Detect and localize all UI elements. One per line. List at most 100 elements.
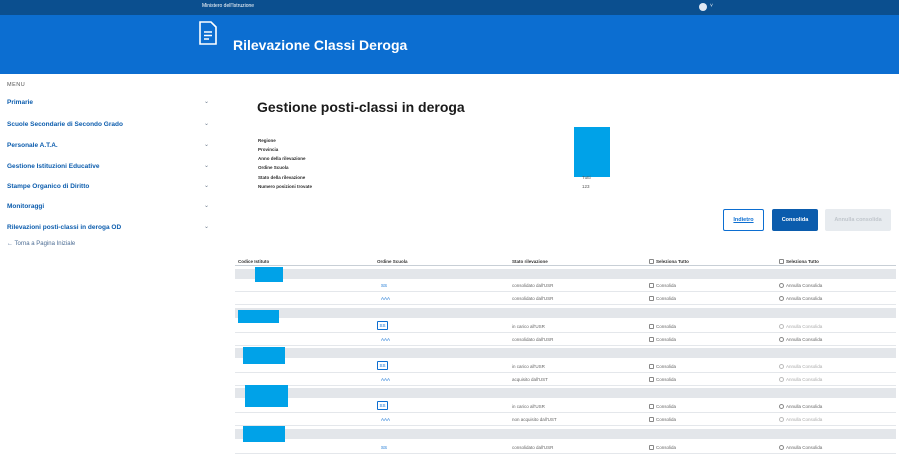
user-menu-chevron-icon[interactable]: ˅ xyxy=(710,3,713,9)
app-header: Rilevazione Classi Deroga xyxy=(0,15,899,74)
sidebar-item-label: Rilevazioni posti-classi in deroga OD xyxy=(7,224,122,231)
sidebar-item-label: Stampe Organico di Diritto xyxy=(7,183,90,190)
info-label-stato: Stato della rilevazione xyxy=(258,175,306,180)
table-row: SS in carico all'USR Consolida Annulla C… xyxy=(235,400,896,413)
consolida-checkbox[interactable]: Consolida xyxy=(649,324,676,330)
annulla-radio: Annulla Consolida xyxy=(779,364,822,370)
column-header: Codice Istituto xyxy=(238,259,270,264)
table-row: SS consolidato dall'USR Consolida Annull… xyxy=(235,441,896,454)
group-row xyxy=(235,269,896,279)
table-row: SS in carico all'USR Consolida Annulla C… xyxy=(235,360,896,373)
chevron-down-icon: ⌄ xyxy=(204,142,210,148)
sidebar-item-stampe[interactable]: Stampe Organico di Diritto ⌄ xyxy=(0,178,232,198)
chevron-down-icon: ⌄ xyxy=(204,163,210,169)
annulla-radio[interactable]: Annulla Consolida xyxy=(779,283,822,289)
app-title: Rilevazione Classi Deroga xyxy=(233,37,408,53)
menu-label: MENU xyxy=(7,82,26,88)
ordine-cell[interactable]: AAA xyxy=(381,337,390,342)
consolida-checkbox[interactable]: Consolida xyxy=(649,296,676,302)
select-all-checkbox[interactable]: Seleziona Tutto xyxy=(779,259,819,265)
sidebar-menu: MENU Primarie ⌄ Scuole Secondarie di Sec… xyxy=(0,74,232,461)
sidebar-item-istituzioni[interactable]: Gestione Istituzioni Educative ⌄ xyxy=(0,158,232,178)
main-content: Gestione posti-classi in deroga Regione … xyxy=(232,74,899,461)
group-row xyxy=(235,308,896,318)
redacted-code-block xyxy=(243,426,285,442)
annulla-radio[interactable]: Annulla Consolida xyxy=(779,404,822,410)
table-row: AAA consolidato dall'USR Consolida Annul… xyxy=(235,292,896,305)
select-all-checkbox[interactable]: Seleziona Tutto xyxy=(649,259,689,265)
stato-cell: consolidato dall'USR xyxy=(512,283,554,288)
column-header: Ordine Scuola xyxy=(377,259,408,264)
chevron-down-icon: ⌄ xyxy=(204,203,210,209)
info-label-ordine: Ordine Scuola xyxy=(258,165,289,170)
column-header: Stato rilevazione xyxy=(512,259,548,264)
redacted-info-block xyxy=(574,127,610,177)
annulla-radio: Annulla Consolida xyxy=(779,324,822,330)
ordine-cell[interactable]: SS xyxy=(377,361,388,370)
table-row: SS in carico all'USR Consolida Annulla C… xyxy=(235,320,896,333)
table-row: AAA non acquisito dall'UST Consolida Ann… xyxy=(235,413,896,426)
info-label-numero: Numero posizioni trovate xyxy=(258,184,313,189)
ordine-cell[interactable]: SS xyxy=(381,445,387,450)
page-title: Gestione posti-classi in deroga xyxy=(257,99,465,115)
ordine-cell[interactable]: SS xyxy=(381,283,387,288)
annulla-radio: Annulla Consolida xyxy=(779,377,822,383)
info-label-anno: Anno della rilevazione xyxy=(258,156,306,161)
consolida-button[interactable]: Consolida xyxy=(772,209,818,231)
info-label-provincia: Provincia xyxy=(258,147,279,152)
info-value-numero: 123 xyxy=(582,184,590,189)
ordine-cell[interactable]: AAA xyxy=(381,417,390,422)
consolida-checkbox[interactable]: Consolida xyxy=(649,377,676,383)
table-header: Codice Istituto Ordine Scuola Stato rile… xyxy=(235,256,896,266)
sidebar-item-secondarie[interactable]: Scuole Secondarie di Secondo Grado ⌄ xyxy=(0,116,232,136)
ministry-label: Ministero dell'Istruzione xyxy=(202,3,255,9)
document-icon xyxy=(199,21,217,45)
annulla-radio: Annulla Consolida xyxy=(779,417,822,423)
stato-cell: in carico all'USR xyxy=(512,364,545,369)
sidebar-item-monitoraggi[interactable]: Monitoraggi ⌄ xyxy=(0,198,232,218)
chevron-down-icon: ⌄ xyxy=(204,121,210,127)
top-ministry-bar: Ministero dell'Istruzione ˅ xyxy=(0,0,899,15)
stato-cell: consolidato dall'USR xyxy=(512,296,554,301)
back-home-link[interactable]: ← Torna a Pagina Iniziale xyxy=(7,241,75,247)
sidebar-item-rilevazioni[interactable]: Rilevazioni posti-classi in deroga OD ⌄ xyxy=(0,219,232,239)
stato-cell: in carico all'USR xyxy=(512,324,545,329)
sidebar-item-label: Personale A.T.A. xyxy=(7,142,58,149)
group-row xyxy=(235,348,896,358)
consolida-checkbox[interactable]: Consolida xyxy=(649,417,676,423)
consolida-checkbox[interactable]: Consolida xyxy=(649,404,676,410)
ordine-cell[interactable]: AAA xyxy=(381,377,390,382)
info-label-regione: Regione xyxy=(258,138,276,143)
stato-cell: consolidato dall'USR xyxy=(512,337,554,342)
chevron-down-icon: ⌄ xyxy=(204,99,210,105)
ordine-cell[interactable]: SS xyxy=(377,321,388,330)
stato-cell: in carico all'USR xyxy=(512,404,545,409)
group-row xyxy=(235,388,896,398)
ordine-cell[interactable]: SS xyxy=(377,401,388,410)
table-row: SS consolidato dall'USR Consolida Annull… xyxy=(235,279,896,292)
sidebar-item-ata[interactable]: Personale A.T.A. ⌄ xyxy=(0,137,232,157)
group-row xyxy=(235,429,896,439)
consolida-checkbox[interactable]: Consolida xyxy=(649,364,676,370)
consolida-checkbox[interactable]: Consolida xyxy=(649,445,676,451)
chevron-down-icon: ⌄ xyxy=(204,224,210,230)
annulla-radio[interactable]: Annulla Consolida xyxy=(779,445,822,451)
info-value-stato: Tutti xyxy=(582,175,591,180)
sidebar-item-label: Scuole Secondarie di Secondo Grado xyxy=(7,121,123,128)
annulla-consolida-button: Annulla consolida xyxy=(825,209,891,231)
stato-cell: acquisito dall'UST xyxy=(512,377,548,382)
table-row: AAA consolidato dall'USR Consolida Annul… xyxy=(235,333,896,346)
annulla-radio[interactable]: Annulla Consolida xyxy=(779,337,822,343)
back-button[interactable]: Indietro xyxy=(723,209,764,231)
table-row: AAA acquisito dall'UST Consolida Annulla… xyxy=(235,373,896,386)
stato-cell: non acquisito dall'UST xyxy=(512,417,557,422)
user-avatar-icon[interactable] xyxy=(699,3,707,11)
sidebar-item-primarie[interactable]: Primarie ⌄ xyxy=(0,94,232,114)
consolida-checkbox[interactable]: Consolida xyxy=(649,283,676,289)
sidebar-item-label: Monitoraggi xyxy=(7,203,45,210)
sidebar-item-label: Primarie xyxy=(7,99,34,106)
annulla-radio[interactable]: Annulla Consolida xyxy=(779,296,822,302)
consolida-checkbox[interactable]: Consolida xyxy=(649,337,676,343)
ordine-cell[interactable]: AAA xyxy=(381,296,390,301)
sidebar-item-label: Gestione Istituzioni Educative xyxy=(7,163,100,170)
